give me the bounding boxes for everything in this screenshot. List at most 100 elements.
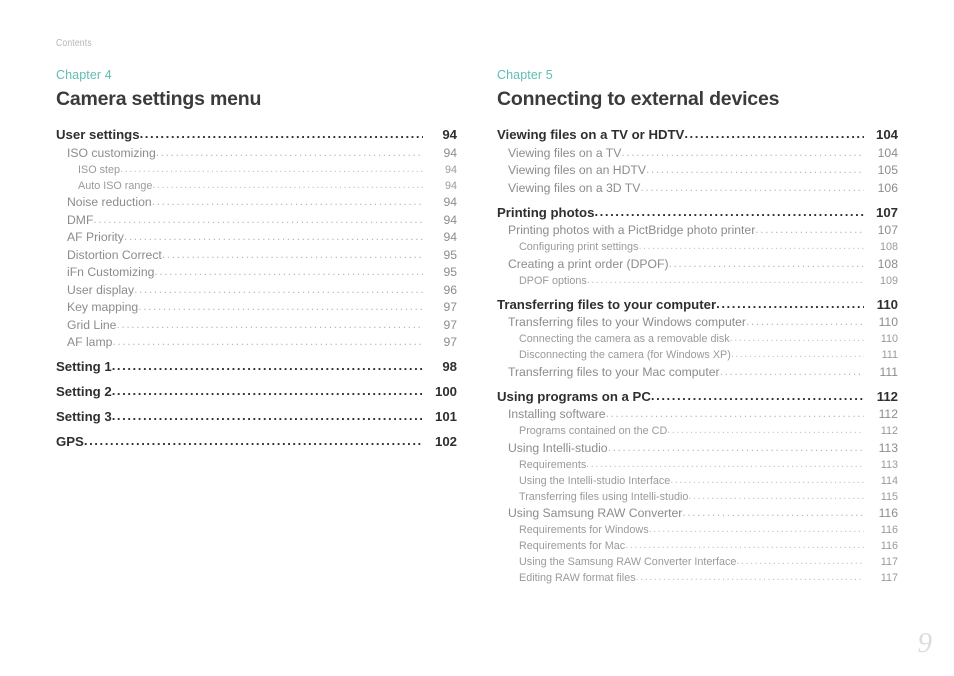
toc-entry[interactable]: Using Samsung RAW Converter.............… bbox=[497, 503, 898, 520]
toc-entry[interactable]: Requirements for Windows ...............… bbox=[497, 520, 898, 536]
toc-entry[interactable]: Requirements for Mac....................… bbox=[497, 536, 898, 552]
toc-entry[interactable]: DMF ....................................… bbox=[56, 209, 457, 227]
toc-entry-page-number: 114 bbox=[880, 474, 898, 487]
toc-entry[interactable]: Requirements............................… bbox=[497, 455, 898, 471]
toc-entry-label: Transferring files to your computer bbox=[497, 296, 717, 312]
toc-entry[interactable]: User settings ..........................… bbox=[56, 121, 457, 142]
toc-entry-page-number: 94 bbox=[443, 230, 457, 244]
toc-entry[interactable]: Disconnecting the camera (for Windows XP… bbox=[497, 345, 898, 361]
toc-entry-label: Configuring print settings bbox=[519, 241, 639, 253]
toc-entry[interactable]: Using the Samsung RAW Converter Interfac… bbox=[497, 552, 898, 568]
dot-leader: ........................................… bbox=[161, 246, 423, 261]
chapter-title: Connecting to external devices bbox=[497, 88, 780, 110]
toc-entry-page-number: 107 bbox=[877, 223, 898, 237]
toc-entry-page-number: 94 bbox=[444, 179, 457, 192]
toc-entry-label: Distortion Correct bbox=[67, 247, 162, 262]
dot-leader: ........................................… bbox=[607, 439, 864, 454]
toc-entry-label: Creating a print order (DPOF) bbox=[508, 256, 669, 271]
dot-leader: ........................................… bbox=[605, 406, 864, 420]
toc-entry-page-number: 110 bbox=[876, 296, 898, 312]
toc-entry-label: Requirements for Mac bbox=[519, 540, 626, 552]
toc-entry[interactable]: Printing photos.........................… bbox=[497, 199, 898, 220]
dot-leader: ........................................… bbox=[594, 203, 864, 219]
dot-leader: ........................................… bbox=[138, 299, 423, 313]
toc-entry[interactable]: Programs contained on the CD ...........… bbox=[497, 421, 898, 437]
toc-entry-label: Viewing files on a 3D TV bbox=[508, 180, 641, 195]
toc-entry-label: Setting 3 bbox=[56, 409, 112, 424]
toc-entry-label: Disconnecting the camera (for Windows XP… bbox=[519, 349, 731, 361]
dot-leader: ........................................… bbox=[139, 126, 423, 141]
toc-entry[interactable]: AF lamp.................................… bbox=[56, 332, 457, 349]
toc-list: Viewing files on a TV or HDTV...........… bbox=[497, 121, 898, 584]
dot-leader: ........................................… bbox=[111, 408, 423, 423]
toc-entry[interactable]: AF Priority.............................… bbox=[56, 227, 457, 244]
toc-entry[interactable]: iFn Customizing.........................… bbox=[56, 262, 457, 279]
toc-entry[interactable]: Viewing files on a TV or HDTV...........… bbox=[497, 121, 898, 142]
toc-entry[interactable]: Transferring files using Intelli-studio.… bbox=[497, 487, 898, 503]
toc-entry[interactable]: Using programs on a PC..................… bbox=[497, 383, 898, 404]
toc-entry[interactable]: Printing photos with a PictBridge photo … bbox=[497, 220, 898, 237]
toc-entry[interactable]: Transferring files to your Windows compu… bbox=[497, 312, 898, 329]
toc-entry[interactable]: Distortion Correct .....................… bbox=[56, 244, 457, 262]
toc-entry-label: Using the Samsung RAW Converter Interfac… bbox=[519, 556, 737, 568]
toc-entry-page-number: 104 bbox=[875, 127, 898, 142]
dot-leader: ........................................… bbox=[682, 505, 864, 519]
dot-leader: ........................................… bbox=[154, 264, 423, 278]
toc-entry[interactable]: DPOF options ...........................… bbox=[497, 271, 898, 287]
toc-entry[interactable]: ISO customizing ........................… bbox=[56, 142, 457, 160]
toc-entry[interactable]: Viewing files on an HDTV................… bbox=[497, 160, 898, 177]
page-number: 9 bbox=[917, 627, 933, 659]
toc-entry[interactable]: Installing software ....................… bbox=[497, 404, 898, 421]
toc-entry-page-number: 107 bbox=[875, 204, 898, 220]
toc-entry[interactable]: Viewing files on a TV...................… bbox=[497, 142, 898, 160]
toc-entry[interactable]: Configuring print settings .............… bbox=[497, 237, 898, 253]
toc-entry[interactable]: Grid Line...............................… bbox=[56, 314, 457, 332]
toc-entry-label: User settings bbox=[56, 127, 140, 142]
dot-leader: ........................................… bbox=[111, 383, 423, 398]
toc-entry-label: Transferring files using Intelli-studio bbox=[519, 490, 689, 503]
toc-entry[interactable]: Using the Intelli-studio Interface......… bbox=[497, 471, 898, 487]
toc-entry[interactable]: Setting 1...............................… bbox=[56, 353, 457, 374]
dot-leader: ........................................… bbox=[635, 571, 864, 583]
dot-leader: ........................................… bbox=[667, 424, 864, 436]
dot-leader: ........................................… bbox=[621, 144, 864, 159]
toc-entry[interactable]: Creating a print order (DPOF)...........… bbox=[497, 253, 898, 271]
toc-entry[interactable]: Using Intelli-studio ...................… bbox=[497, 437, 898, 455]
toc-entry[interactable]: Viewing files on a 3D TV ...............… bbox=[497, 177, 898, 195]
toc-entry-page-number: 94 bbox=[442, 127, 457, 142]
toc-entry-label: Noise reduction bbox=[67, 195, 152, 209]
toc-entry[interactable]: Transferring files to your computer ....… bbox=[497, 291, 898, 312]
dot-leader: ........................................… bbox=[586, 457, 864, 470]
toc-entry[interactable]: GPS.....................................… bbox=[56, 428, 457, 449]
toc-entry[interactable]: Transferring files to your Mac computer … bbox=[497, 361, 898, 379]
toc-entry-label: iFn Customizing bbox=[67, 265, 155, 279]
toc-entry[interactable]: User display............................… bbox=[56, 279, 457, 297]
toc-entry-page-number: 108 bbox=[877, 256, 898, 271]
toc-entry-page-number: 113 bbox=[878, 440, 898, 455]
toc-entry-label: AF lamp bbox=[67, 335, 113, 349]
dot-leader: ........................................… bbox=[729, 332, 864, 344]
toc-entry-label: Setting 2 bbox=[56, 384, 112, 399]
toc-entry-label: Printing photos with a PictBridge photo … bbox=[508, 223, 756, 237]
toc-entry-page-number: 116 bbox=[878, 506, 898, 520]
toc-entry[interactable]: Connecting the camera as a removable dis… bbox=[497, 329, 898, 345]
toc-entry[interactable]: Noise reduction ........................… bbox=[56, 192, 457, 209]
toc-entry[interactable]: Setting 2...............................… bbox=[56, 378, 457, 399]
toc-entry-label: Printing photos bbox=[497, 204, 595, 220]
dot-leader: ........................................… bbox=[155, 144, 423, 159]
toc-entry[interactable]: Setting 3...............................… bbox=[56, 403, 457, 424]
dot-leader: ........................................… bbox=[668, 255, 864, 270]
toc-entry-page-number: 102 bbox=[434, 434, 457, 449]
dot-leader: ........................................… bbox=[111, 358, 423, 373]
dot-leader: ........................................… bbox=[112, 334, 423, 348]
dot-leader: ........................................… bbox=[123, 229, 423, 243]
toc-entry-page-number: 101 bbox=[434, 409, 457, 424]
toc-entry[interactable]: Auto ISO range .........................… bbox=[56, 176, 457, 192]
dot-leader: ........................................… bbox=[650, 387, 864, 403]
toc-column-chapter-5: Chapter 5 Connecting to external devices… bbox=[497, 68, 898, 584]
toc-entry-page-number: 94 bbox=[443, 195, 457, 209]
toc-entry-label: Viewing files on a TV bbox=[508, 145, 622, 160]
toc-entry[interactable]: Key mapping ............................… bbox=[56, 297, 457, 314]
toc-entry[interactable]: Editing RAW format files................… bbox=[497, 568, 898, 584]
toc-entry[interactable]: ISO step................................… bbox=[56, 160, 457, 176]
